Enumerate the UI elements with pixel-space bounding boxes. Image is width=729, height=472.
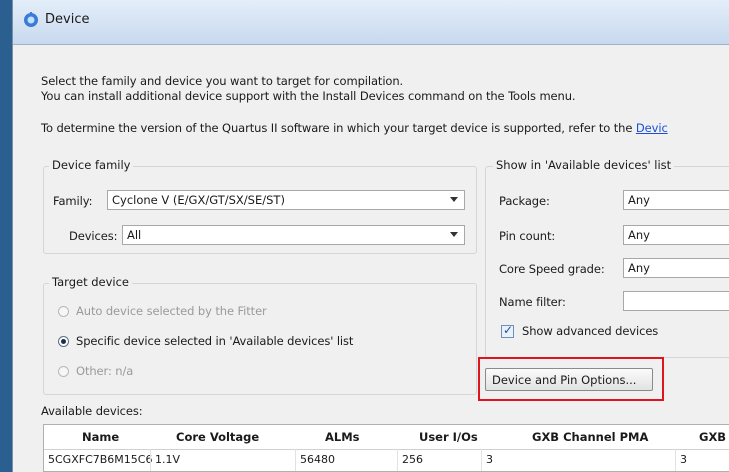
pin-count-value: Any [628, 228, 650, 242]
devices-value: All [127, 228, 142, 242]
col-gxb-channel-pma[interactable]: GXB Channel PMA [532, 425, 648, 449]
available-devices-label: Available devices: [41, 404, 143, 418]
family-select[interactable]: Cyclone V (E/GX/GT/SX/SE/ST) [107, 190, 465, 210]
checkmark-icon: ✓ [503, 323, 514, 337]
device-support-link[interactable]: Devic [636, 121, 668, 135]
show-advanced-label: Show advanced devices [522, 324, 659, 338]
device-dialog: Device Select the family and device you … [12, 0, 729, 472]
column-divider [295, 449, 296, 471]
device-pin-options-label: Device and Pin Options... [492, 373, 637, 387]
col-user-ios[interactable]: User I/Os [419, 425, 478, 449]
column-divider [150, 449, 151, 471]
package-label: Package: [499, 194, 550, 208]
pin-count-label: Pin count: [499, 229, 556, 243]
intro-line-2: You can install additional device suppor… [41, 89, 576, 103]
col-gxb-c[interactable]: GXB C [699, 425, 729, 449]
col-name[interactable]: Name [82, 425, 119, 449]
window-title: Device [45, 12, 90, 27]
auto-device-label: Auto device selected by the Fitter [76, 304, 267, 318]
device-family-label: Device family [49, 158, 134, 172]
column-divider [481, 449, 482, 471]
show-advanced-checkbox[interactable]: ✓ [501, 323, 514, 338]
cell-alms: 56480 [300, 453, 335, 466]
device-pin-options-button[interactable]: Device and Pin Options... [485, 368, 653, 391]
devices-label: Devices: [69, 229, 118, 243]
cell-name: 5CGXFC7B6M15C6 [48, 453, 153, 466]
family-label: Family: [53, 194, 93, 208]
chevron-down-icon [450, 197, 458, 202]
other-device-label: Other: n/a [76, 364, 134, 378]
auto-device-radio[interactable] [58, 306, 69, 317]
speed-grade-select[interactable]: Any [623, 258, 729, 278]
specific-device-radio[interactable] [58, 336, 69, 347]
col-alms[interactable]: ALMs [325, 425, 360, 449]
other-device-radio[interactable] [58, 366, 69, 377]
intro-line-3-text: To determine the version of the Quartus … [41, 121, 633, 135]
target-device-label: Target device [49, 275, 133, 289]
chevron-down-icon [450, 232, 458, 237]
intro-line-3: To determine the version of the Quartus … [41, 121, 668, 135]
cell-gxb-channel-pma: 3 [486, 453, 493, 466]
title-bar: Device [13, 0, 729, 45]
header-separator [44, 449, 729, 450]
devices-select[interactable]: All [122, 225, 465, 245]
package-select[interactable]: Any [623, 190, 729, 210]
cell-gxb-c: 3 [680, 453, 687, 466]
intro-line-1: Select the family and device you want to… [41, 74, 404, 88]
speed-grade-label: Core Speed grade: [499, 262, 605, 276]
speed-grade-value: Any [628, 261, 650, 275]
show-in-list-label: Show in 'Available devices' list [493, 158, 675, 172]
family-value: Cyclone V (E/GX/GT/SX/SE/ST) [112, 193, 285, 207]
device-app-icon [24, 12, 38, 27]
column-divider [675, 449, 676, 471]
cell-user-ios: 256 [402, 453, 423, 466]
pin-count-select[interactable]: Any [623, 225, 729, 245]
specific-device-label: Specific device selected in 'Available d… [76, 334, 354, 348]
package-value: Any [628, 193, 650, 207]
column-divider [397, 449, 398, 471]
cell-core-voltage: 1.1V [155, 453, 181, 466]
name-filter-input[interactable] [623, 291, 729, 311]
available-devices-table[interactable]: Name Core Voltage ALMs User I/Os GXB Cha… [43, 424, 729, 472]
name-filter-label: Name filter: [499, 295, 566, 309]
col-core-voltage[interactable]: Core Voltage [176, 425, 259, 449]
